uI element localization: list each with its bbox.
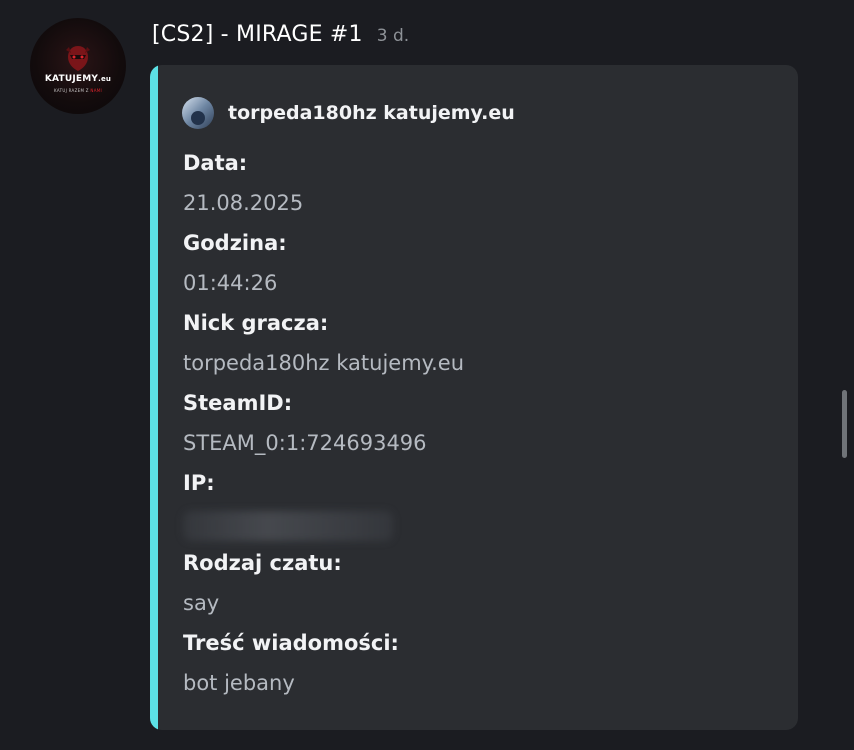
field-value-time: 01:44:26 — [183, 271, 278, 295]
field-value-chat-type: say — [183, 591, 220, 615]
embed-author-name: torpeda180hz katujemy.eu — [228, 102, 515, 124]
message-embed: torpeda180hz katujemy.eu Data: 21.08.202… — [150, 65, 798, 730]
chat-view: KATUJEMY.eu KATUJ RAZEM Z NAMI [CS2] - M… — [0, 0, 854, 750]
field-value-date: 21.08.2025 — [183, 191, 304, 215]
field-name-steamid: SteamID: — [183, 391, 293, 415]
field-name-date: Data: — [183, 151, 248, 175]
bot-avatar[interactable]: KATUJEMY.eu KATUJ RAZEM Z NAMI — [30, 18, 126, 114]
logo-text: KATUJEMY.eu — [44, 74, 112, 84]
embed-fields: Data: 21.08.2025 Godzina: 01:44:26 Nick … — [183, 147, 778, 707]
field-value-ip-redacted — [183, 507, 778, 547]
logo-tagline: KATUJ RAZEM Z NAMI — [54, 88, 102, 93]
field-name-chat-type: Rodzaj czatu: — [183, 551, 342, 575]
embed-accent-bar — [150, 65, 158, 730]
message-header: [CS2] - MIRAGE #1 3 d. — [152, 22, 409, 54]
field-name-message: Treść wiadomości: — [183, 631, 399, 655]
embed-author: torpeda180hz katujemy.eu — [182, 97, 515, 129]
field-name-ip: IP: — [183, 471, 215, 495]
embed-author-avatar[interactable] — [182, 97, 214, 129]
field-name-time: Godzina: — [183, 231, 287, 255]
field-value-nick: torpeda180hz katujemy.eu — [183, 351, 465, 375]
message-author[interactable]: [CS2] - MIRAGE #1 — [152, 22, 363, 47]
field-value-message: bot jebany — [183, 671, 295, 695]
message-timestamp[interactable]: 3 d. — [377, 26, 409, 46]
mascot-logo-icon — [66, 46, 90, 71]
field-value-steamid: STEAM_0:1:724693496 — [183, 431, 427, 455]
scrollbar-thumb[interactable] — [842, 390, 847, 458]
field-name-nick: Nick gracza: — [183, 311, 329, 335]
redaction-blur — [183, 511, 393, 541]
